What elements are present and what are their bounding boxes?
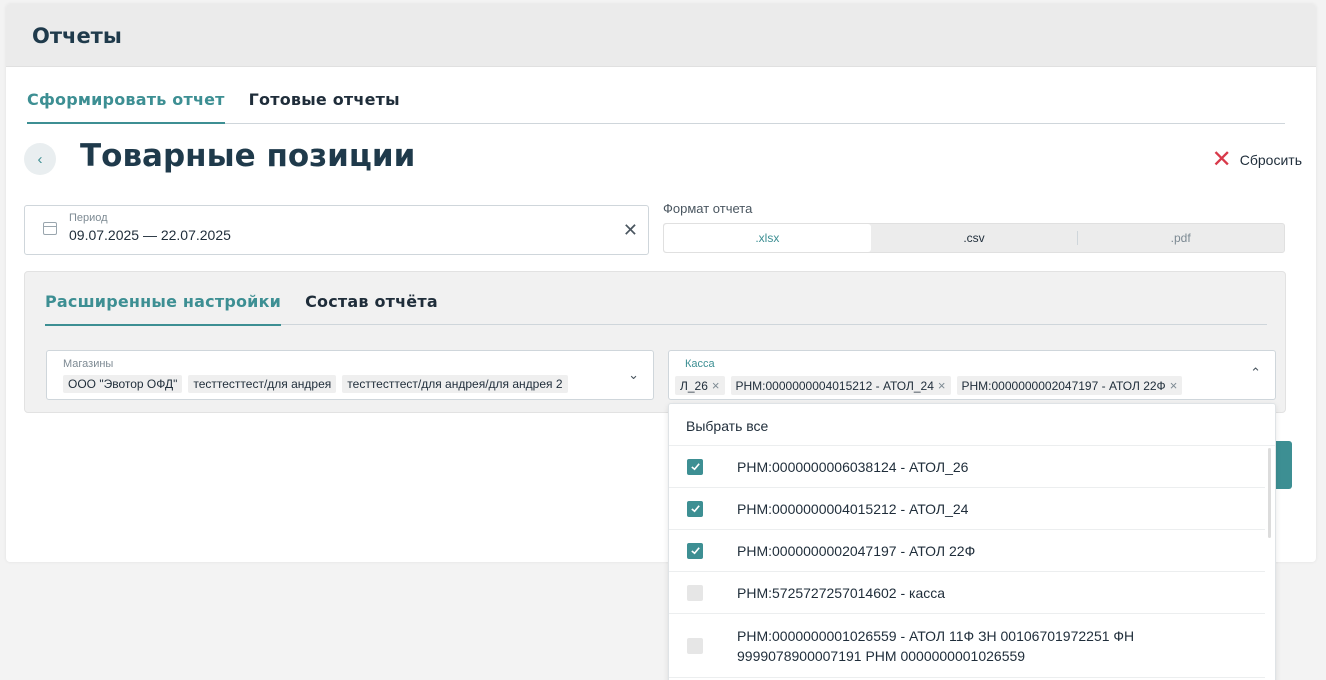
clear-period-icon[interactable]: ✕: [623, 220, 638, 241]
kassa-chips: Л_26 × РНМ:0000000004015212 - АТОЛ_24 × РН…: [675, 376, 1235, 395]
format-option-xlsx[interactable]: .xlsx: [664, 224, 871, 252]
close-icon: ✕: [1211, 146, 1232, 173]
kassa-option[interactable]: РНМ:5725727257014602 - касса: [669, 572, 1265, 614]
select-all-option[interactable]: Выбрать все: [669, 404, 1275, 446]
reset-button[interactable]: ✕ Сбросить: [1211, 146, 1302, 173]
page-title: Товарные позиции: [80, 138, 416, 174]
checkbox-unchecked[interactable]: [687, 584, 703, 601]
tab-report-composition[interactable]: Состав отчёта: [305, 292, 438, 326]
stores-chips: ООО "Эвотор ОФД" тесттесттест/для андрея…: [63, 375, 568, 393]
kassa-dropdown: Выбрать все РНМ:0000000006038124 - АТОЛ_…: [668, 403, 1276, 680]
checkbox-unchecked[interactable]: [687, 637, 703, 654]
kassa-option[interactable]: РНМ:0000000006038124 - АТОЛ_26: [669, 446, 1265, 488]
kassa-option-label: РНМ:0000000001026559 - АТОЛ 11Ф ЗН 00106…: [737, 627, 1135, 664]
store-chip: тесттесттест/для андрея/для андрея 2: [342, 375, 568, 393]
chevron-left-icon: ‹: [37, 150, 43, 168]
kassa-option[interactable]: РНМ:0000000001026559 - АТОЛ 11Ф ЗН 00106…: [669, 614, 1265, 678]
format-selector: .xlsx .csv .pdf: [663, 223, 1285, 253]
checkbox-checked[interactable]: [687, 500, 703, 517]
kassa-chip: Л_26 ×: [675, 376, 725, 395]
remove-chip-icon[interactable]: ×: [938, 378, 946, 393]
advanced-tabs: Расширенные настройки Состав отчёта: [45, 292, 1267, 326]
chevron-up-icon[interactable]: ⌃: [1250, 365, 1261, 381]
tab-ready-reports[interactable]: Готовые отчеты: [249, 90, 400, 124]
kassa-option-label: РНМ:5725727257014602 - касса: [737, 584, 946, 601]
back-button[interactable]: ‹: [24, 143, 56, 175]
checkbox-checked[interactable]: [687, 458, 703, 475]
kassa-option[interactable]: РНМ:0000000004015212 - АТОЛ_24: [669, 488, 1265, 530]
kassa-label: Касса: [685, 358, 715, 370]
submit-button-edge[interactable]: [1276, 441, 1292, 489]
kassa-chip: РНМ:0000000004015212 - АТОЛ_24 ×: [730, 376, 951, 395]
tab-advanced-settings[interactable]: Расширенные настройки: [45, 292, 282, 326]
card-header: Отчеты: [6, 4, 1316, 67]
kassa-select[interactable]: Касса Л_26 × РНМ:0000000004015212 - АТОЛ_…: [668, 350, 1276, 400]
dropdown-scrollbar[interactable]: [1268, 448, 1271, 538]
format-option-csv[interactable]: .csv: [871, 224, 1078, 252]
kassa-option-label: РНМ:0000000004015212 - АТОЛ_24: [737, 500, 969, 517]
period-label: Период: [69, 212, 108, 224]
checkbox-checked[interactable]: [687, 542, 703, 559]
remove-chip-icon[interactable]: ×: [1170, 378, 1178, 393]
kassa-option-label: РНМ:0000000006038124 - АТОЛ_26: [737, 458, 969, 475]
reset-label: Сбросить: [1239, 152, 1302, 168]
page-header-title: Отчеты: [32, 24, 122, 48]
kassa-option-label: РНМ:0000000002047197 - АТОЛ 22Ф: [737, 542, 976, 559]
calendar-icon: [43, 222, 57, 235]
kassa-option[interactable]: РНМ:0000000002047197 - АТОЛ 22Ф: [669, 530, 1265, 572]
stores-select[interactable]: Магазины ООО "Эвотор ОФД" тесттесттест/д…: [46, 350, 654, 400]
period-value: 09.07.2025 — 22.07.2025: [69, 227, 231, 243]
tab-create-report[interactable]: Сформировать отчет: [27, 90, 225, 124]
remove-chip-icon[interactable]: ×: [712, 378, 720, 393]
store-chip: ООО "Эвотор ОФД": [63, 375, 183, 393]
period-field[interactable]: Период 09.07.2025 — 22.07.2025 ✕: [24, 205, 649, 255]
stores-label: Магазины: [63, 358, 114, 370]
format-option-pdf[interactable]: .pdf: [1077, 224, 1284, 252]
kassa-chip: РНМ:0000000002047197 - АТОЛ 22Ф ×: [956, 376, 1183, 395]
store-chip: тесттесттест/для андрея: [188, 375, 337, 393]
chevron-down-icon[interactable]: ⌄: [628, 367, 639, 383]
report-tabs: Сформировать отчет Готовые отчеты: [27, 90, 1285, 124]
format-label: Формат отчета: [663, 201, 753, 216]
